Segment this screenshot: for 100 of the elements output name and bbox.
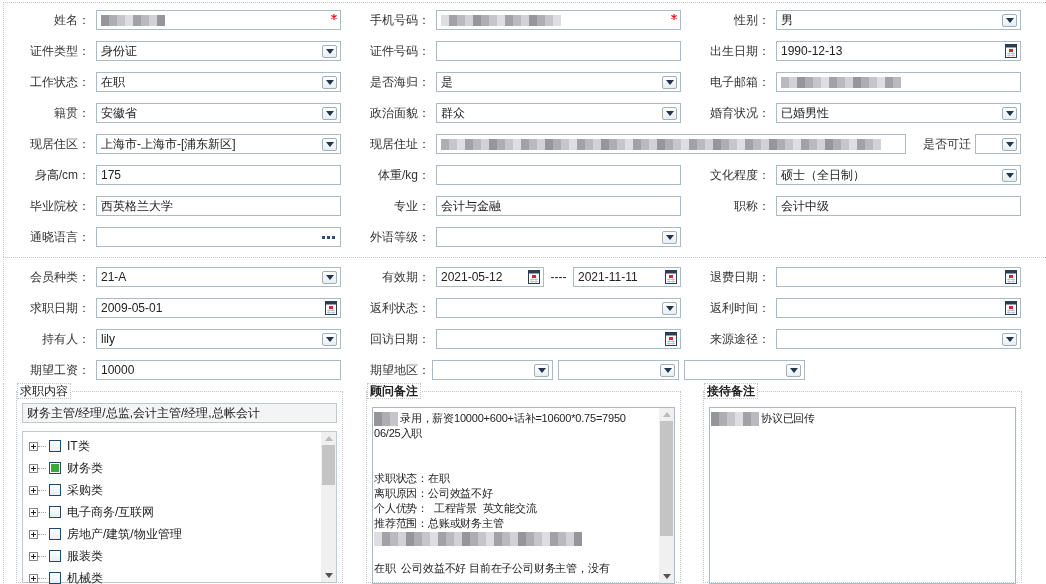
section-legend: 接待备注: [704, 383, 758, 399]
calendar-icon[interactable]: [1005, 44, 1017, 58]
tree-item[interactable]: 服装类: [67, 547, 103, 565]
select-field[interactable]: 是: [436, 72, 681, 92]
date-field[interactable]: 2021-05-12: [436, 267, 544, 287]
tree-item[interactable]: 机械类: [67, 569, 103, 584]
note-line: 录用，薪资10000+600+话补=10600*0.75=7950: [400, 411, 626, 426]
tree-item[interactable]: IT类: [67, 437, 90, 455]
select-field[interactable]: 硕士（全日制）: [776, 165, 1021, 185]
checkbox[interactable]: [49, 440, 61, 452]
scroll-thumb[interactable]: [322, 445, 335, 485]
field-label: 专业：: [393, 198, 431, 215]
checkbox[interactable]: [49, 484, 61, 496]
select-field[interactable]: 男: [776, 10, 1021, 30]
field-label: 返利状态：: [369, 300, 431, 317]
select-field[interactable]: lily: [96, 329, 341, 349]
input-field[interactable]: [436, 165, 681, 185]
expand-icon[interactable]: [29, 573, 38, 583]
date-field[interactable]: [776, 267, 1021, 287]
field-label: 手机号码：: [369, 12, 431, 29]
checkbox[interactable]: [49, 550, 61, 562]
field-label: 毕业院校：: [29, 198, 91, 215]
calendar-icon: [528, 270, 540, 284]
field-label: 有效期：: [381, 269, 431, 286]
input-field[interactable]: 会计中级: [776, 196, 1021, 216]
tree-item[interactable]: 电子商务/互联网: [67, 503, 155, 521]
scroll-down-icon[interactable]: [662, 574, 671, 579]
input-field[interactable]: [436, 10, 681, 30]
input-field[interactable]: 175: [96, 165, 341, 185]
select-field[interactable]: [436, 298, 681, 318]
expand-icon[interactable]: [29, 441, 38, 451]
field-label: 身高/cm：: [33, 167, 91, 184]
expand-icon[interactable]: [29, 551, 38, 561]
date-field[interactable]: 1990-12-13: [776, 41, 1021, 61]
field-label: 来源途径：: [709, 331, 771, 348]
tree-item[interactable]: 房地产/建筑/物业管理: [67, 525, 182, 543]
ellipsis-icon[interactable]: [322, 235, 335, 239]
field-label: 是否可迁: [922, 135, 972, 153]
field-label: 退费日期：: [709, 269, 771, 286]
calendar-icon[interactable]: [1005, 301, 1017, 315]
field-label: 外语等级：: [369, 229, 431, 246]
field-label: 婚育状况：: [709, 105, 771, 122]
input-field[interactable]: [436, 134, 906, 154]
note-line: 个人优势： 工程背景 英文能交流: [374, 501, 537, 516]
select-field[interactable]: [432, 360, 553, 380]
summary-field: 财务主管/经理/总监,会计主管/经理,总帐会计: [22, 403, 337, 423]
date-field[interactable]: 2021-11-11: [573, 267, 681, 287]
date-field[interactable]: [436, 329, 681, 349]
field-label: 性别：: [733, 12, 771, 29]
select-field[interactable]: [436, 227, 681, 247]
scrollbar[interactable]: [321, 432, 336, 582]
expand-icon[interactable]: [29, 507, 38, 517]
input-field[interactable]: [776, 72, 1021, 92]
select-field[interactable]: 安徽省: [96, 103, 341, 123]
scroll-down-icon[interactable]: [324, 573, 333, 578]
field-label: 通晓语言：: [29, 229, 91, 246]
notes-textarea[interactable]: 协议已回传: [709, 407, 1016, 584]
checkbox[interactable]: [49, 506, 61, 518]
tree-item[interactable]: 财务类: [67, 459, 103, 477]
tree-item[interactable]: 采购类: [67, 481, 103, 499]
note-line: 推荐范围：总账或财务主管: [374, 516, 504, 531]
checkbox[interactable]: [49, 572, 61, 584]
field-label: 期望地区：: [369, 362, 431, 379]
date-field[interactable]: [776, 298, 1021, 318]
input-field[interactable]: 10000: [96, 360, 341, 380]
field-label: 电子邮箱：: [709, 74, 771, 91]
select-field[interactable]: [975, 134, 1021, 154]
select-field[interactable]: [558, 360, 679, 380]
checkbox[interactable]: [49, 462, 61, 474]
select-field[interactable]: 上海市-上海市-[浦东新区]: [96, 134, 341, 154]
input-field[interactable]: [96, 10, 341, 30]
field-label: 持有人：: [41, 331, 91, 348]
field-label: 文化程度：: [709, 167, 771, 184]
select-field[interactable]: 身份证: [96, 41, 341, 61]
input-field[interactable]: 西英格兰大学: [96, 196, 341, 216]
field-label: 期望工资：: [29, 362, 91, 379]
field-label: 求职日期：: [29, 300, 91, 317]
select-field[interactable]: 在职: [96, 72, 341, 92]
field-label: 职称：: [733, 198, 771, 215]
field-label: 返利时间：: [709, 300, 771, 317]
select-field[interactable]: [684, 360, 805, 380]
calendar-icon[interactable]: [325, 301, 337, 315]
scrollbar[interactable]: [659, 408, 674, 583]
lookup-field[interactable]: [96, 227, 341, 247]
calendar-icon[interactable]: [1005, 270, 1017, 284]
select-field[interactable]: 群众: [436, 103, 681, 123]
date-field[interactable]: 2009-05-01: [96, 298, 341, 318]
input-field[interactable]: [436, 41, 681, 61]
expand-icon[interactable]: [29, 485, 38, 495]
select-field[interactable]: [776, 329, 1021, 349]
notes-textarea[interactable]: 录用，薪资10000+600+话补=10600*0.75=7950 06/25入职 求职状态：在职 离职原因：公司效益不好 个人优势： 工程背景 英文能交流 推荐范围：总账或财务主管 在职 公司效益不好 目前在子公司财务主管，没有: [372, 407, 675, 584]
expand-icon[interactable]: [29, 463, 38, 473]
field-label: 出生日期：: [709, 43, 771, 60]
select-field[interactable]: 已婚男性: [776, 103, 1021, 123]
expand-icon[interactable]: [29, 529, 38, 539]
select-field[interactable]: 21-A: [96, 267, 341, 287]
input-field[interactable]: 会计与金融: [436, 196, 681, 216]
calendar-icon[interactable]: [665, 332, 677, 346]
checkbox[interactable]: [49, 528, 61, 540]
scroll-thumb[interactable]: [660, 421, 673, 536]
